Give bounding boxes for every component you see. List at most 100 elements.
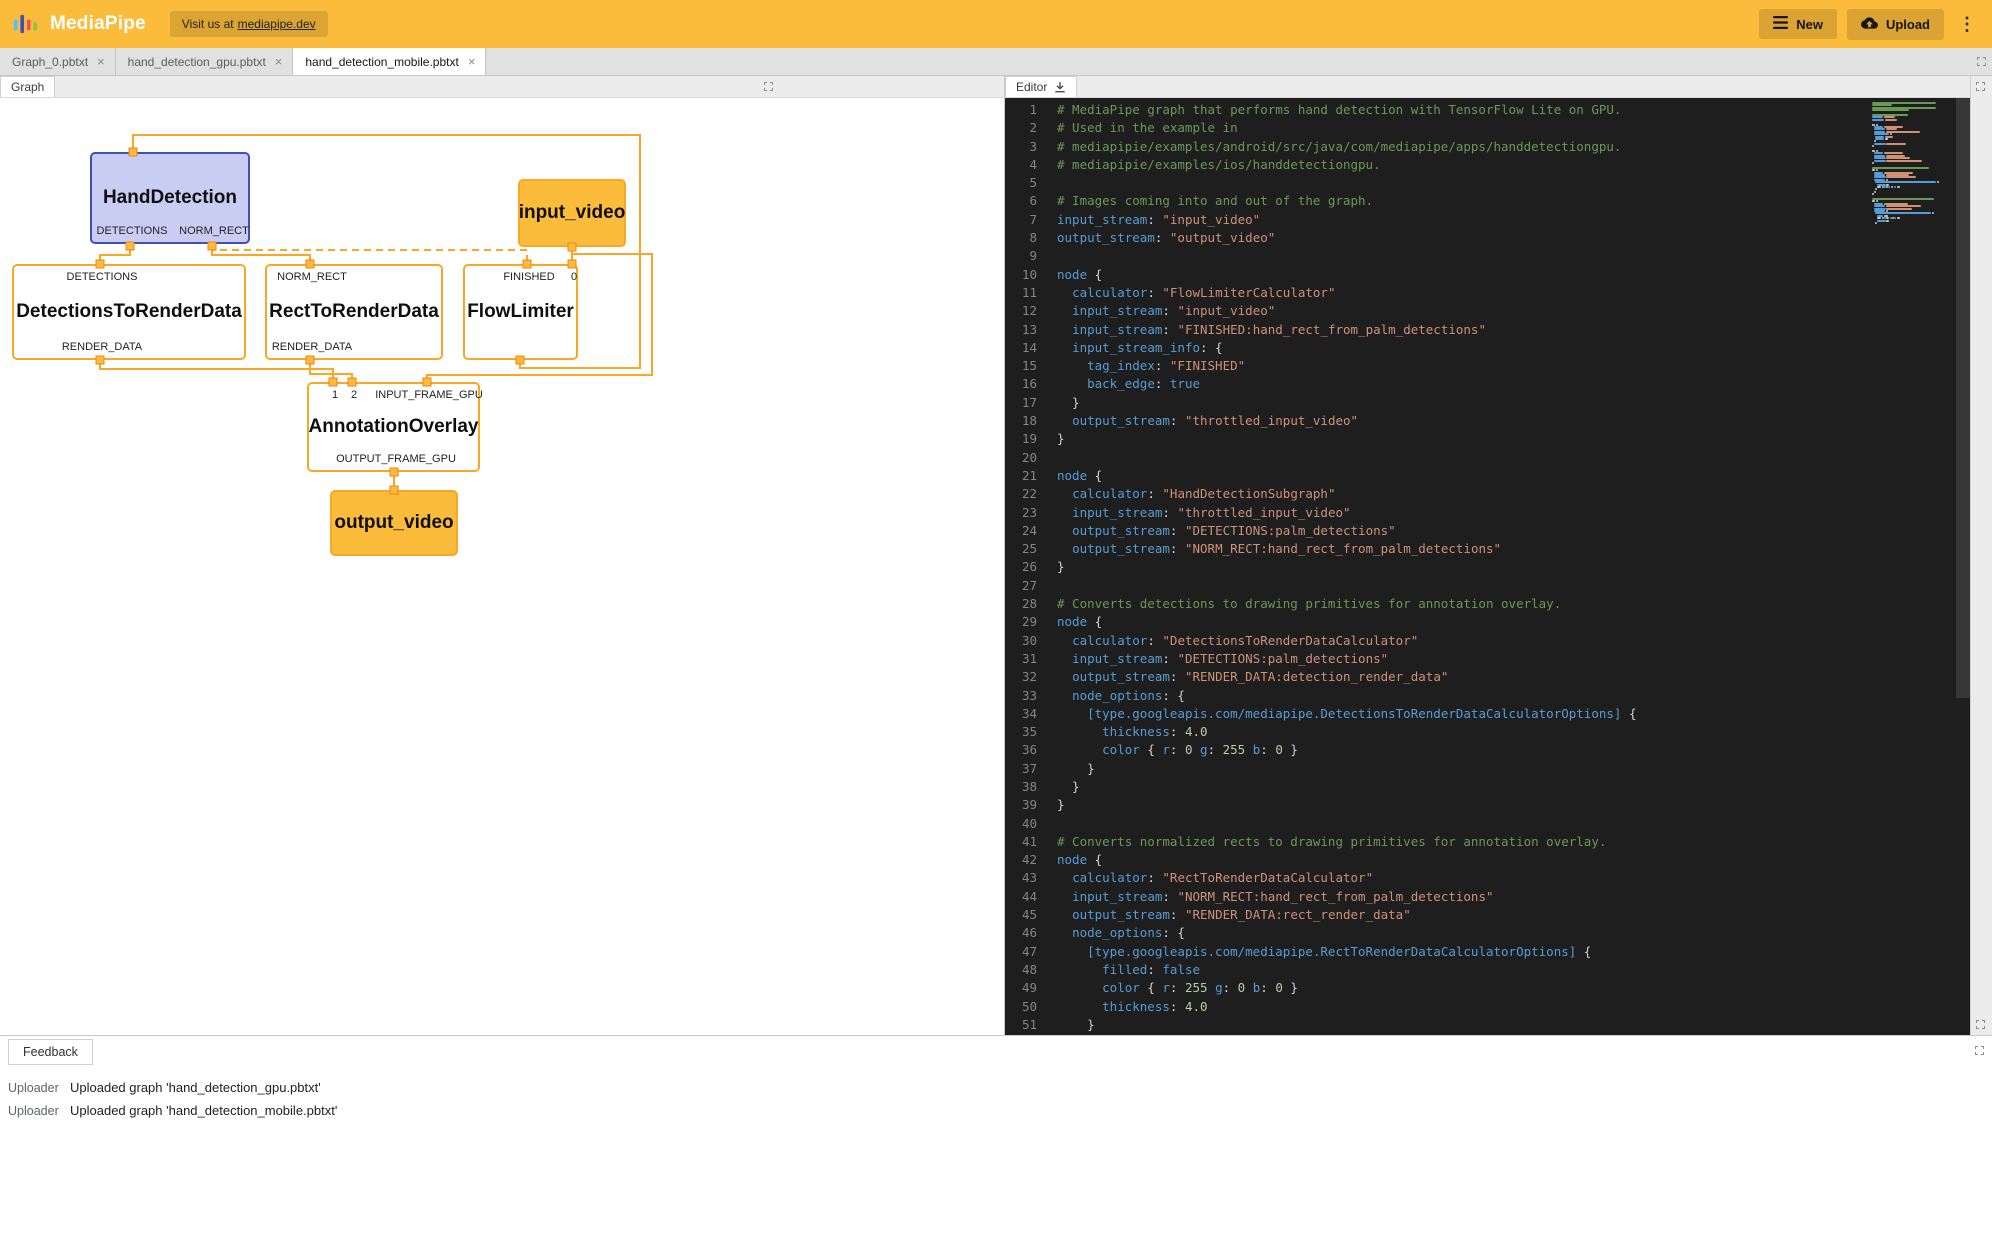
code-line: 20 — [1005, 449, 1970, 467]
tab-feedback[interactable]: Feedback — [8, 1039, 93, 1065]
line-number: 37 — [1005, 760, 1057, 778]
line-number: 12 — [1005, 302, 1057, 320]
line-number: 7 — [1005, 211, 1057, 229]
code-line-text: } — [1057, 558, 1065, 576]
line-number: 31 — [1005, 650, 1057, 668]
graph-panel-expand-icon[interactable] — [764, 82, 773, 91]
graph-node-recttorenderdata[interactable]: NORM_RECT RectToRenderData RENDER_DATA — [265, 264, 443, 360]
code-line: 21node { — [1005, 467, 1970, 485]
document-tab[interactable]: Graph_0.pbtxt× — [0, 48, 116, 75]
line-number: 39 — [1005, 796, 1057, 814]
graph-canvas[interactable]: HandDetection DETECTIONS NORM_RECT input… — [0, 98, 1004, 1035]
new-button[interactable]: New — [1759, 9, 1837, 39]
code-line-text: } — [1057, 394, 1080, 412]
line-number: 50 — [1005, 998, 1057, 1016]
code-line-text: # MediaPipe graph that performs hand det… — [1057, 101, 1621, 119]
code-line: 27 — [1005, 577, 1970, 595]
code-line: 47 [type.googleapis.com/mediapipe.RectTo… — [1005, 943, 1970, 961]
code-line: 29node { — [1005, 613, 1970, 631]
code-line-text: [type.googleapis.com/mediapipe.RectToRen… — [1057, 943, 1591, 961]
header-actions: New Upload ⋮ — [1759, 9, 1980, 40]
code-line-text: input_stream: "DETECTIONS:palm_detection… — [1057, 650, 1388, 668]
mediapipe-logo — [12, 11, 38, 37]
code-line-text: filled: false — [1057, 961, 1200, 979]
code-line: 24 output_stream: "DETECTIONS:palm_detec… — [1005, 522, 1970, 540]
line-number: 24 — [1005, 522, 1057, 540]
visit-link[interactable]: mediapipe.dev — [238, 17, 316, 31]
scrollbar-thumb[interactable] — [1956, 98, 1970, 698]
code-line: 26} — [1005, 558, 1970, 576]
graph-node-handdetection[interactable]: HandDetection DETECTIONS NORM_RECT — [90, 152, 250, 244]
tab-editor[interactable]: Editor — [1005, 76, 1077, 97]
code-line-text: tag_index: "FINISHED" — [1057, 357, 1245, 375]
right-panel-expand-icon[interactable] — [1976, 82, 1985, 91]
editor-minimap[interactable] — [1870, 98, 1956, 1035]
line-number: 17 — [1005, 394, 1057, 412]
upload-button-label: Upload — [1886, 17, 1930, 32]
code-editor[interactable]: 1# MediaPipe graph that performs hand de… — [1005, 98, 1970, 1035]
code-line: 19} — [1005, 430, 1970, 448]
line-number: 11 — [1005, 284, 1057, 302]
code-line: 39} — [1005, 796, 1970, 814]
graph-node-output-video[interactable]: output_video — [330, 490, 458, 556]
code-line-text: input_stream: "NORM_RECT:hand_rect_from_… — [1057, 888, 1494, 906]
upload-button[interactable]: Upload — [1847, 9, 1944, 40]
right-panel-expand-icon-bottom[interactable] — [1976, 1020, 1985, 1029]
code-line: 44 input_stream: "NORM_RECT:hand_rect_fr… — [1005, 888, 1970, 906]
line-number: 32 — [1005, 668, 1057, 686]
code-line-text: } — [1057, 778, 1080, 796]
node-title: HandDetection — [103, 187, 237, 209]
graph-node-flowlimiter[interactable]: FINISHED 0 FlowLimiter — [463, 264, 578, 360]
node-title: output_video — [334, 512, 453, 534]
feedback-expand-icon[interactable] — [1975, 1046, 1984, 1055]
tab-close-icon[interactable]: × — [468, 55, 476, 68]
code-line-text: calculator: "RectToRenderDataCalculator" — [1057, 869, 1373, 887]
document-tab[interactable]: hand_detection_gpu.pbtxt× — [116, 48, 294, 75]
code-line: 8output_stream: "output_video" — [1005, 229, 1970, 247]
code-line: 40 — [1005, 815, 1970, 833]
tab-close-icon[interactable]: × — [97, 55, 105, 68]
kebab-menu-icon[interactable]: ⋮ — [1954, 15, 1980, 33]
code-line-text: color { r: 255 g: 0 b: 0 } — [1057, 979, 1298, 997]
code-line: 13 input_stream: "FINISHED:hand_rect_fro… — [1005, 321, 1970, 339]
code-line: 2# Used in the example in — [1005, 119, 1970, 137]
line-number: 16 — [1005, 375, 1057, 393]
output-port-label: NORM_RECT — [179, 225, 249, 237]
code-line: 41# Converts normalized rects to drawing… — [1005, 833, 1970, 851]
code-line-text: output_stream: "DETECTIONS:palm_detectio… — [1057, 522, 1396, 540]
graph-node-detectionstorenderdata[interactable]: DETECTIONS DetectionsToRenderData RENDER… — [12, 264, 246, 360]
download-icon[interactable] — [1054, 81, 1066, 93]
tab-graph[interactable]: Graph — [0, 76, 55, 97]
line-number: 35 — [1005, 723, 1057, 741]
code-line: 51 } — [1005, 1016, 1970, 1034]
feedback-source: Uploader — [8, 1104, 70, 1118]
code-line: 6# Images coming into and out of the gra… — [1005, 192, 1970, 210]
visit-pill: Visit us at mediapipe.dev — [170, 11, 328, 37]
code-line-text: input_stream_info: { — [1057, 339, 1223, 357]
code-line: 31 input_stream: "DETECTIONS:palm_detect… — [1005, 650, 1970, 668]
node-title: AnnotationOverlay — [309, 416, 479, 438]
code-line: 23 input_stream: "throttled_input_video" — [1005, 504, 1970, 522]
menu-icon — [1773, 16, 1788, 32]
graph-node-annotationoverlay[interactable]: 1 2 INPUT_FRAME_GPU AnnotationOverlay OU… — [307, 382, 480, 472]
document-tab[interactable]: hand_detection_mobile.pbtxt× — [293, 48, 486, 75]
code-line-text: node_options: { — [1057, 924, 1185, 942]
feedback-source: Uploader — [8, 1081, 70, 1095]
code-line-text: calculator: "HandDetectionSubgraph" — [1057, 485, 1335, 503]
code-line-text: output_stream: "RENDER_DATA:rect_render_… — [1057, 906, 1411, 924]
output-port-label: RENDER_DATA — [272, 341, 352, 353]
input-port-label: 0 — [571, 271, 577, 283]
code-line-text: input_stream: "input_video" — [1057, 302, 1275, 320]
code-line-text: [type.googleapis.com/mediapipe.Detection… — [1057, 705, 1637, 723]
node-title: RectToRenderData — [269, 301, 439, 323]
code-line: 1# MediaPipe graph that performs hand de… — [1005, 101, 1970, 119]
output-port-label: DETECTIONS — [97, 225, 168, 237]
code-line-text: output_stream: "NORM_RECT:hand_rect_from… — [1057, 540, 1501, 558]
graph-node-input-video[interactable]: input_video — [518, 179, 626, 247]
code-line-text: } — [1057, 760, 1095, 778]
tabbar-expand-icon[interactable] — [1977, 57, 1986, 66]
line-number: 18 — [1005, 412, 1057, 430]
tab-close-icon[interactable]: × — [275, 55, 283, 68]
editor-scrollbar[interactable] — [1956, 98, 1970, 1035]
code-line: 43 calculator: "RectToRenderDataCalculat… — [1005, 869, 1970, 887]
